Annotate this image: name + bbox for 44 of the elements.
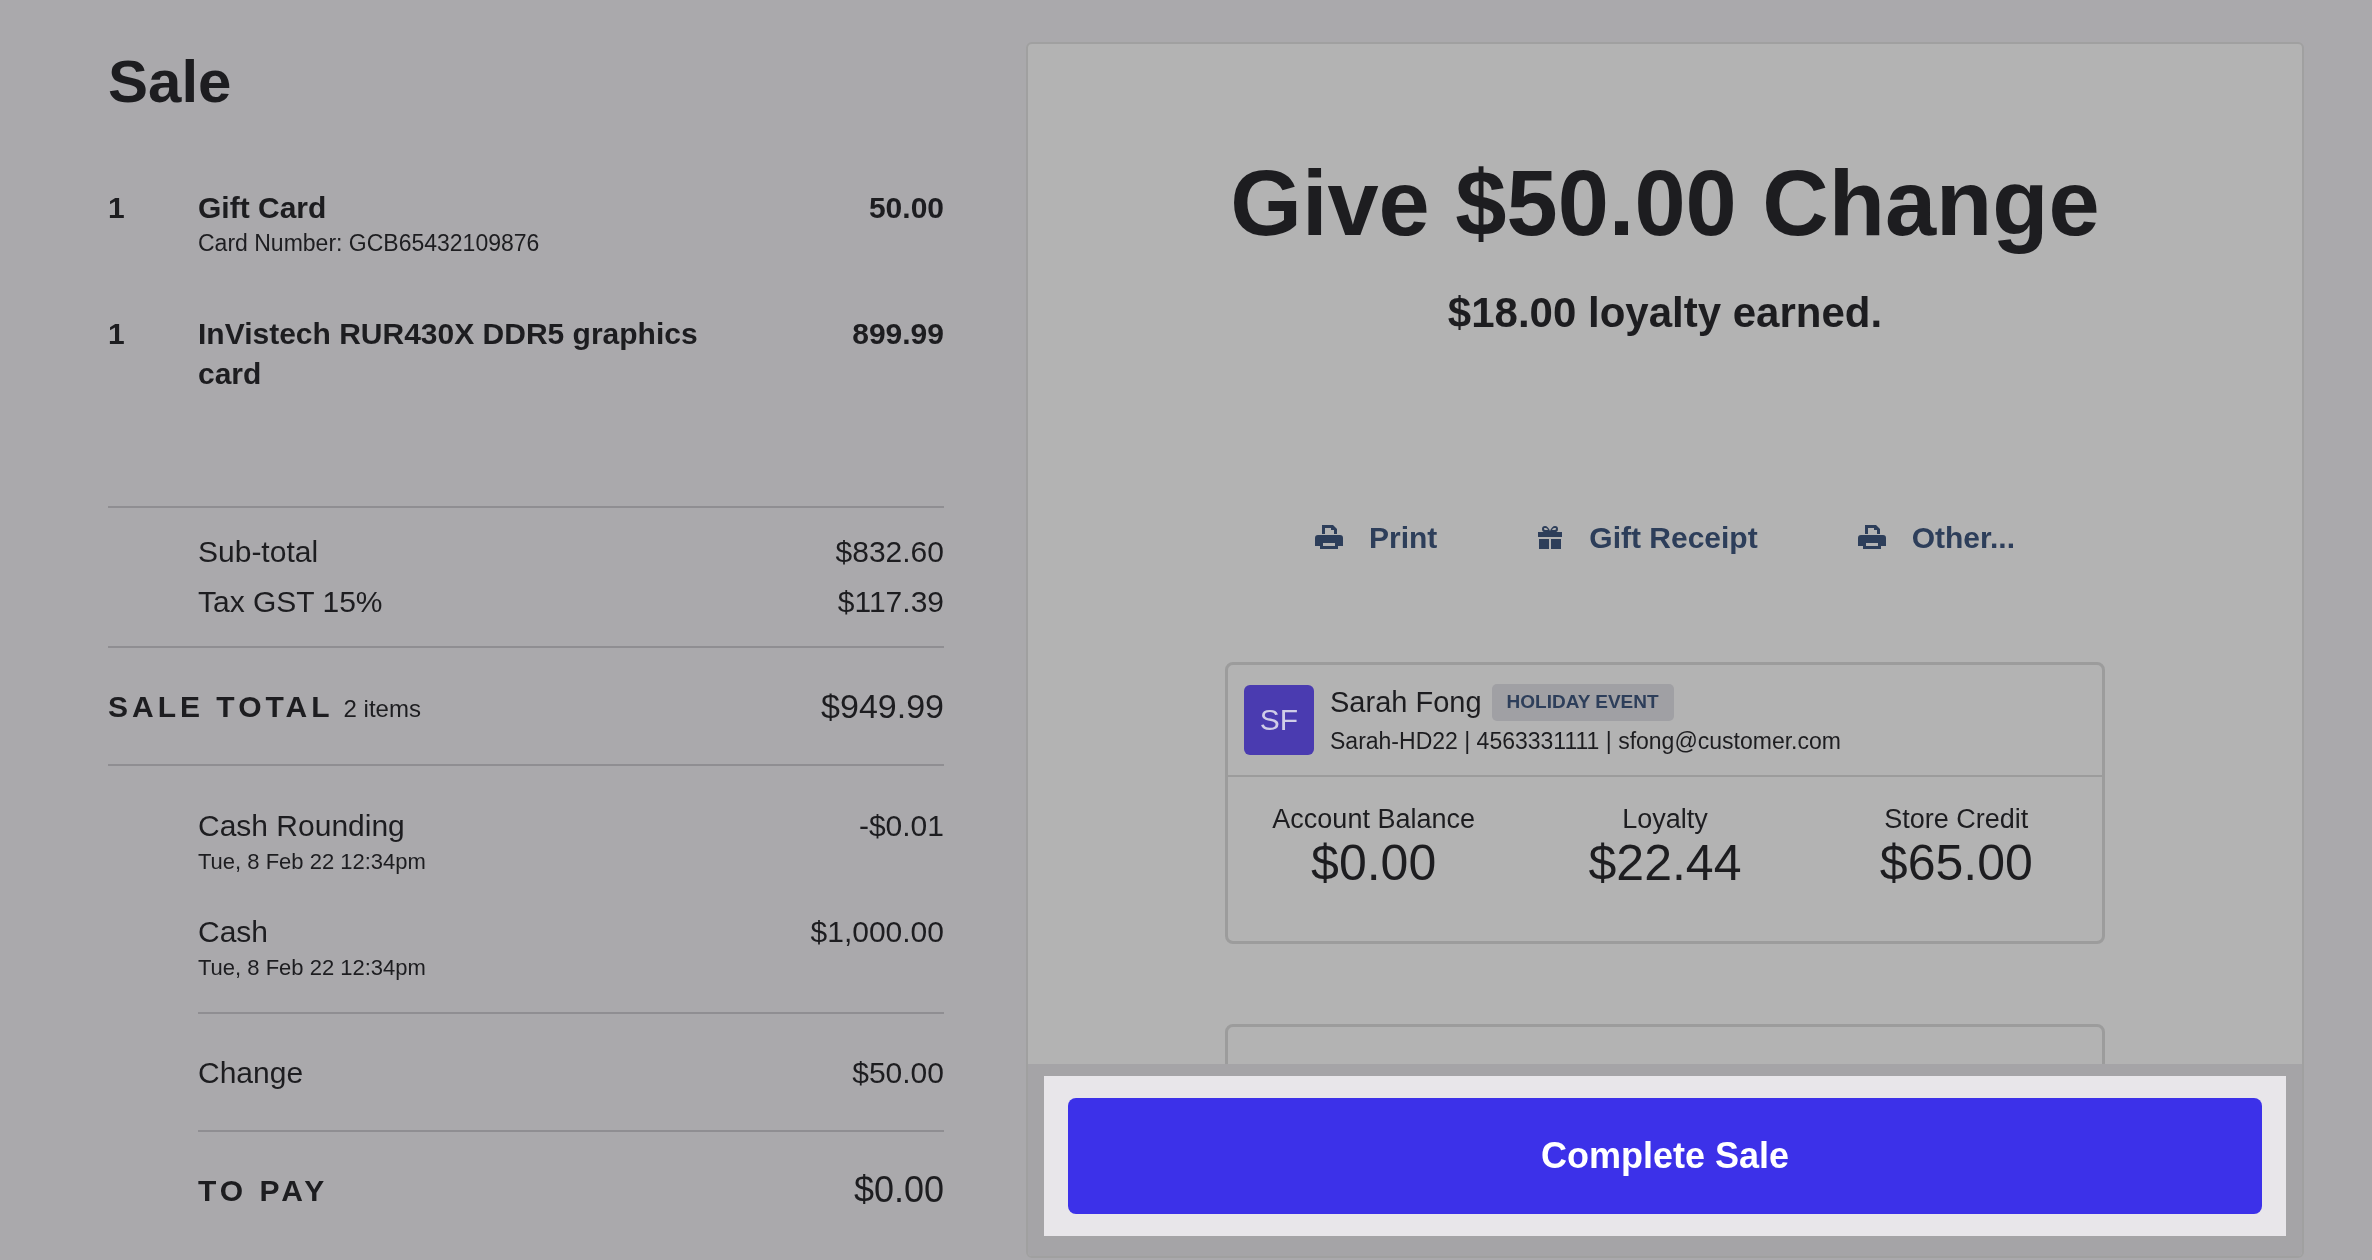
customer-details: Sarah-HD22 | 4563331111 | sfong@customer.com xyxy=(1330,727,1841,757)
change-label: Change xyxy=(198,1054,304,1091)
payment-label: Cash Rounding xyxy=(198,808,406,844)
item-name: InVistech RUR430X DDR5 graphics card xyxy=(198,316,699,392)
customer-name: Sarah Fong xyxy=(1330,684,1482,720)
item-price: 899.99 xyxy=(852,316,944,352)
item-name: Gift Card xyxy=(198,190,328,226)
stat-value: $0.00 xyxy=(1311,834,1437,891)
loyalty-note: $18.00 loyalty earned. xyxy=(1447,288,1883,339)
total-label: Tax GST 15% xyxy=(198,584,383,620)
sale-total-label: SALE TOTAL xyxy=(108,688,334,725)
total-value: $117.39 xyxy=(837,584,944,620)
gift-icon xyxy=(1537,524,1564,551)
item-price: 50.00 xyxy=(868,190,944,226)
payment-date: Tue, 8 Feb 22 12:34pm xyxy=(198,954,426,982)
complete-sale-button[interactable]: Complete Sale xyxy=(1068,1098,2262,1214)
change-headline: Give $50.00 Change xyxy=(1230,151,2100,256)
item-count: 2 items xyxy=(343,693,421,724)
total-label: Sub-total xyxy=(198,534,319,570)
receipt-action[interactable]: Gift Receipt xyxy=(1537,514,1758,560)
avatar: SF xyxy=(1244,684,1314,755)
stat-label: Store Credit xyxy=(1884,802,2029,835)
item-quantity: 1 xyxy=(108,316,126,352)
stat-label: Account Balance xyxy=(1272,802,1475,835)
total-value: $832.60 xyxy=(835,534,944,570)
printer-icon xyxy=(1314,524,1343,551)
payment-amount: -$0.01 xyxy=(858,808,944,844)
customer-tag: HOLIDAY EVENT xyxy=(1491,684,1674,721)
printer-icon xyxy=(1857,524,1886,551)
receipt-action[interactable]: Other... xyxy=(1857,514,2016,560)
sale-total-value: $949.99 xyxy=(821,685,944,727)
change-value: $50.00 xyxy=(852,1054,944,1091)
stat-value: $22.44 xyxy=(1588,834,1742,891)
to-pay-label: TO PAY xyxy=(198,1172,329,1209)
to-pay-value: $0.00 xyxy=(853,1168,944,1212)
item-quantity: 1 xyxy=(108,190,126,226)
item-detail: Card Number: GCB65432109876 xyxy=(198,229,541,258)
payment-date: Tue, 8 Feb 22 12:34pm xyxy=(198,848,426,876)
receipt-action[interactable]: Print xyxy=(1314,514,1438,560)
payment-amount: $1,000.00 xyxy=(810,914,944,950)
payment-label: Cash xyxy=(198,914,270,950)
stat-label: Loyalty xyxy=(1622,802,1708,835)
stat-value: $65.00 xyxy=(1879,834,2033,891)
page-title: Sale xyxy=(108,52,232,112)
